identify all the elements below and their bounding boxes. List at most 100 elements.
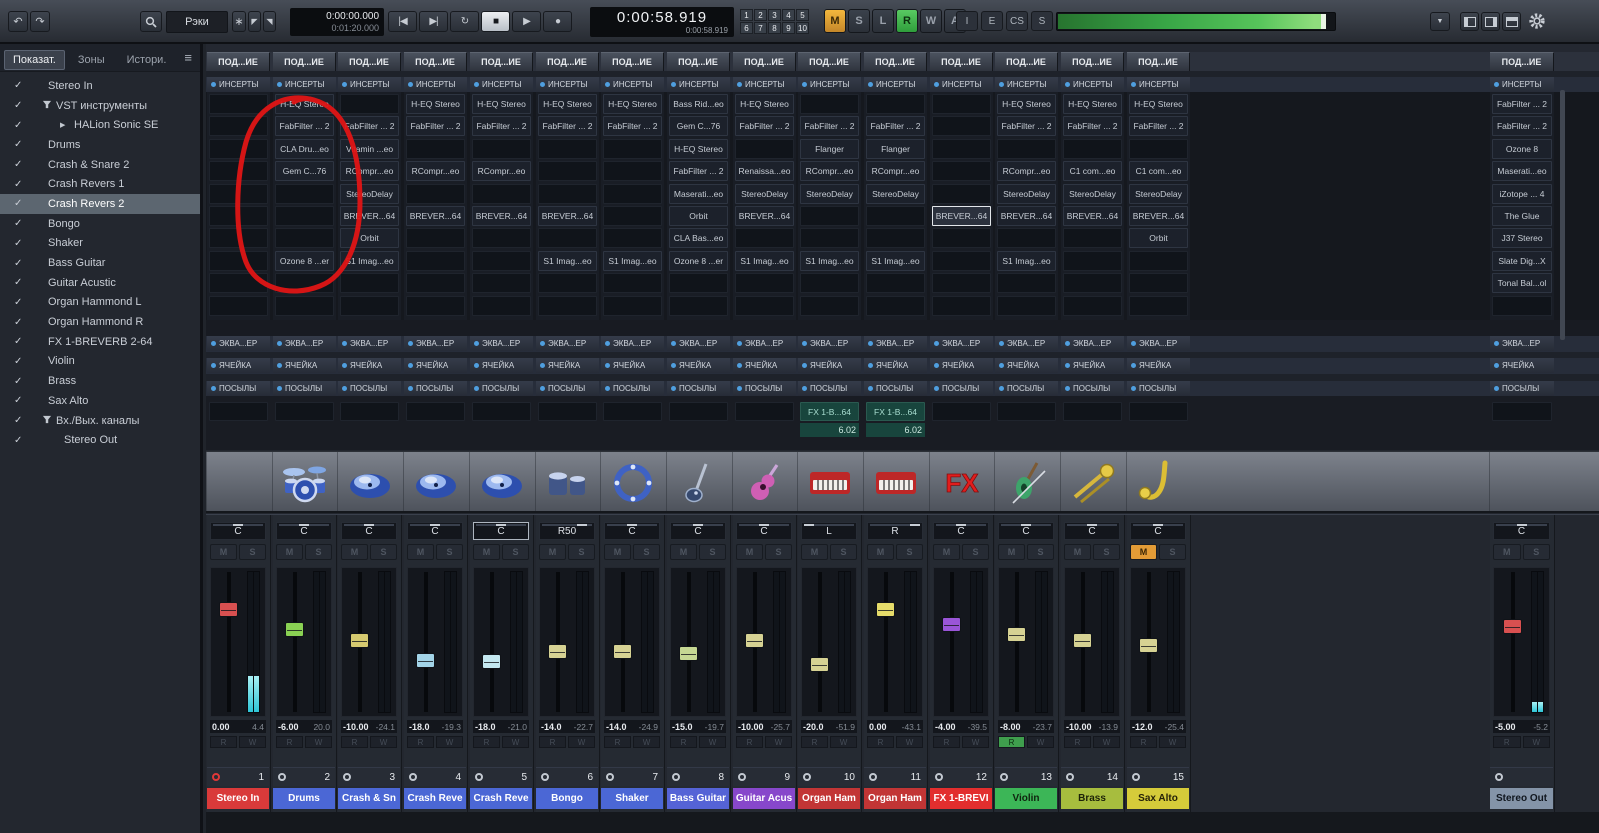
mode-button-cs[interactable]: CS xyxy=(1006,11,1028,31)
track-list-item[interactable]: ✓ Вх./Вых. каналы xyxy=(0,411,200,431)
settings-gear-icon[interactable] xyxy=(1526,9,1548,33)
inserts-section-header[interactable]: ИНСЕРТЫ xyxy=(207,77,270,92)
peak-value[interactable]: -13.9 xyxy=(1099,722,1118,732)
global-r-button[interactable]: R xyxy=(896,9,918,33)
insert-slot[interactable]: FabFilter ... 2 xyxy=(538,116,597,137)
mute-button[interactable]: M xyxy=(210,544,237,560)
send-level-value[interactable]: 6.02 xyxy=(866,423,925,437)
insert-slot-empty[interactable] xyxy=(209,183,268,204)
send-slot-empty[interactable] xyxy=(1492,402,1552,421)
insert-slot-empty[interactable] xyxy=(603,273,662,294)
mute-button[interactable]: M xyxy=(736,544,763,560)
mute-button[interactable]: M xyxy=(276,544,303,560)
channel-circle-icon[interactable] xyxy=(606,773,614,781)
track-list-item[interactable]: ✓ Crash Revers 1 xyxy=(0,174,200,194)
track-button-9[interactable]: 9 xyxy=(782,22,795,34)
mute-button[interactable]: M xyxy=(407,544,434,560)
insert-slot-empty[interactable] xyxy=(1063,250,1122,271)
fader-handle[interactable] xyxy=(219,602,239,617)
visibility-checkmark[interactable]: ✓ xyxy=(14,336,36,347)
routing-header[interactable]: ПОД...ИЕ xyxy=(864,52,927,71)
read-automation-button[interactable]: R xyxy=(998,736,1025,748)
insert-slot-empty[interactable] xyxy=(340,295,399,316)
insert-slot[interactable]: S1 Imag...eo xyxy=(866,250,925,271)
insert-slot-empty[interactable] xyxy=(1129,273,1188,294)
fader-handle[interactable] xyxy=(745,633,765,648)
insert-slot-empty[interactable] xyxy=(472,138,531,159)
insert-slot[interactable]: Maserati...eo xyxy=(669,183,728,204)
global-l-button[interactable]: L xyxy=(872,9,894,33)
eq-section-header[interactable]: ЭКВА...ЕР xyxy=(1490,336,1554,351)
insert-slot-empty[interactable] xyxy=(275,183,334,204)
cymbal-icon[interactable] xyxy=(412,459,460,507)
read-automation-button[interactable]: R xyxy=(933,736,960,748)
visibility-checkmark[interactable]: ✓ xyxy=(14,317,36,328)
fader-db-value[interactable]: -10.00 xyxy=(1066,722,1092,732)
channel-name[interactable]: Crash Reve xyxy=(404,788,466,809)
write-automation-button[interactable]: W xyxy=(1093,736,1120,748)
insert-slot[interactable]: RCompr...eo xyxy=(997,161,1056,182)
insert-slot-empty[interactable] xyxy=(932,161,991,182)
send-slot-empty[interactable] xyxy=(735,402,794,421)
read-automation-button[interactable]: R xyxy=(276,736,303,748)
peak-value[interactable]: -19.3 xyxy=(442,722,461,732)
channel-circle-icon[interactable] xyxy=(803,773,811,781)
pan-control[interactable]: C xyxy=(1064,522,1120,540)
insert-slot[interactable]: Orbit xyxy=(669,206,728,226)
send-slot-empty[interactable] xyxy=(603,402,662,421)
read-automation-button[interactable]: R xyxy=(1493,736,1521,748)
track-list-item[interactable]: ✓ Violin xyxy=(0,352,200,372)
insert-slot[interactable]: FabFilter ... 2 xyxy=(1063,116,1122,137)
send-slot-empty[interactable] xyxy=(275,402,334,421)
pan-control[interactable]: C xyxy=(604,522,660,540)
insert-slot-empty[interactable] xyxy=(209,295,268,316)
insert-slot[interactable]: FabFilter ... 2 xyxy=(275,116,334,137)
channel-circle-icon[interactable] xyxy=(343,773,351,781)
fader-db-value[interactable]: -18.0 xyxy=(475,722,496,732)
fader-db-value[interactable]: -8.00 xyxy=(1000,722,1021,732)
strip-section-header[interactable]: ЯЧЕЙКА xyxy=(404,358,467,373)
routing-header[interactable]: ПОД...ИЕ xyxy=(601,52,664,71)
solo-button[interactable]: S xyxy=(436,544,463,560)
insert-slot-empty[interactable] xyxy=(1129,250,1188,271)
visibility-checkmark[interactable]: ✓ xyxy=(14,258,36,269)
track-list-item[interactable]: ✓ Crash Revers 2 xyxy=(0,194,200,214)
insert-slot-empty[interactable] xyxy=(932,94,991,114)
insert-slot-empty[interactable] xyxy=(1492,295,1552,316)
track-list-item[interactable]: ✓ ▶ HALion Sonic SE xyxy=(0,115,200,135)
insert-slot[interactable]: H-EQ Stereo xyxy=(669,138,728,159)
solo-button[interactable]: S xyxy=(765,544,792,560)
inserts-section-header[interactable]: ИНСЕРТЫ xyxy=(470,77,533,92)
insert-slot-empty[interactable] xyxy=(406,295,465,316)
insert-slot[interactable]: BREVER...64 xyxy=(472,206,531,226)
solo-button[interactable]: S xyxy=(962,544,989,560)
insert-slot[interactable]: Bass Rid...eo xyxy=(669,94,728,114)
fader-handle[interactable] xyxy=(1139,638,1159,653)
sends-section-header[interactable]: ПОСЫЛЫ xyxy=(601,381,664,396)
strip-section-header[interactable]: ЯЧЕЙКА xyxy=(536,358,599,373)
solo-button[interactable]: S xyxy=(830,544,857,560)
insert-slot[interactable]: The Glue xyxy=(1492,206,1552,226)
insert-slot[interactable]: BREVER...64 xyxy=(997,206,1056,226)
insert-slot[interactable]: S1 Imag...eo xyxy=(800,250,859,271)
channel-circle-icon[interactable] xyxy=(475,773,483,781)
time-display[interactable]: 0:00:58.919 0:00:58.919 xyxy=(590,7,734,37)
insert-slot-empty[interactable] xyxy=(1129,295,1188,316)
channel-name[interactable]: Shaker xyxy=(601,788,663,809)
tab-zones[interactable]: Зоны xyxy=(69,50,114,70)
visibility-checkmark[interactable]: ✓ xyxy=(14,179,36,190)
sends-section-header[interactable]: ПОСЫЛЫ xyxy=(404,381,467,396)
channel-name[interactable]: Crash & Sn xyxy=(338,788,400,809)
visibility-checkmark[interactable]: ✓ xyxy=(14,376,36,387)
insert-slot-empty[interactable] xyxy=(866,273,925,294)
organ-keyboard-icon[interactable] xyxy=(806,459,854,507)
channel-circle-icon[interactable] xyxy=(1000,773,1008,781)
insert-slot[interactable]: Ozone 8 ...er xyxy=(275,250,334,271)
send-slot[interactable]: FX 1-B...64 xyxy=(800,402,859,421)
strip-section-header[interactable]: ЯЧЕЙКА xyxy=(470,358,533,373)
send-slot-empty[interactable] xyxy=(538,402,597,421)
insert-slot[interactable]: Gem C...76 xyxy=(669,116,728,137)
mode-button-e[interactable]: E xyxy=(981,11,1003,31)
fader-handle[interactable] xyxy=(350,633,370,648)
send-slot-empty[interactable] xyxy=(472,402,531,421)
